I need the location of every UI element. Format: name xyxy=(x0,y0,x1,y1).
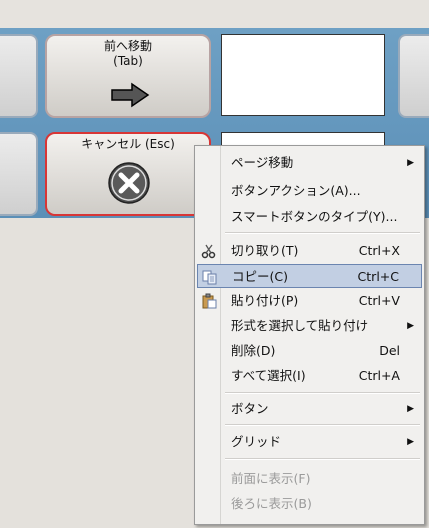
menu-separator xyxy=(225,392,420,394)
menu-item-label: 削除(D) xyxy=(231,343,276,358)
menu-separator xyxy=(225,232,420,234)
prev-button-label-line2: (Tab) xyxy=(113,54,143,68)
submenu-arrow-icon: ▶ xyxy=(407,404,414,414)
menu-item-shortcut: Ctrl+X xyxy=(358,243,400,258)
submenu-arrow-icon: ▶ xyxy=(407,158,414,168)
menu-item-shortcut: Ctrl+V xyxy=(358,293,400,308)
menu-item-label: スマートボタンのタイプ(Y)... xyxy=(231,209,398,224)
prev-tab-button[interactable]: 前へ移動 (Tab) xyxy=(45,34,211,118)
menu-item-label: 形式を選択して貼り付け xyxy=(231,318,369,333)
menu-item-label: 貼り付け(P) xyxy=(231,293,299,308)
grid-cell-left-top[interactable] xyxy=(0,34,38,118)
submenu-arrow-icon: ▶ xyxy=(407,321,414,331)
menu-item-label: すべて選択(I) xyxy=(231,368,306,383)
menu-item-grid[interactable]: グリッド ▶ xyxy=(197,430,422,454)
top-toolbar-strip xyxy=(0,0,429,29)
copy-icon xyxy=(202,270,217,285)
arrow-right-icon xyxy=(111,82,150,108)
grid-cell-right-top[interactable] xyxy=(398,34,429,118)
menu-item-bring-front[interactable]: 前面に表示(F) xyxy=(197,467,422,491)
menu-item-label: グリッド xyxy=(231,434,282,449)
menu-item-paste[interactable]: 貼り付け(P) Ctrl+V xyxy=(197,289,422,313)
menu-separator xyxy=(225,458,420,460)
menu-item-label: 切り取り(T) xyxy=(231,243,299,258)
menu-item-button-action[interactable]: ボタンアクション(A)... xyxy=(197,179,422,203)
menu-item-label: 前面に表示(F) xyxy=(231,471,311,486)
menu-item-copy[interactable]: コピー(C) Ctrl+C xyxy=(197,264,422,288)
menu-item-send-back[interactable]: 後ろに表示(B) xyxy=(197,492,422,516)
grid-cell-left-bottom[interactable] xyxy=(0,132,38,216)
context-menu: ページ移動 ▶ ボタンアクション(A)... スマートボタンのタイプ(Y)...… xyxy=(194,145,425,525)
submenu-arrow-icon: ▶ xyxy=(407,437,414,447)
menu-item-label: コピー(C) xyxy=(232,269,288,284)
menu-item-smart-button-type[interactable]: スマートボタンのタイプ(Y)... xyxy=(197,205,422,229)
menu-item-select-all[interactable]: すべて選択(I) Ctrl+A xyxy=(197,364,422,388)
cancel-esc-button[interactable]: キャンセル (Esc) xyxy=(45,132,211,216)
cancel-x-icon xyxy=(108,162,150,204)
menu-separator xyxy=(225,424,420,426)
menu-item-label: ページ移動 xyxy=(231,155,294,170)
cancel-button-label: キャンセル (Esc) xyxy=(81,137,175,151)
empty-grid-cell-top[interactable] xyxy=(221,34,385,116)
menu-item-shortcut: Ctrl+A xyxy=(358,368,400,383)
menu-item-cut[interactable]: 切り取り(T) Ctrl+X xyxy=(197,239,422,263)
menu-item-label: ボタンアクション(A)... xyxy=(231,183,361,198)
menu-item-label: 後ろに表示(B) xyxy=(231,496,312,511)
paste-icon xyxy=(202,293,217,309)
menu-item-shortcut: Del xyxy=(379,343,400,358)
prev-button-label-line1: 前へ移動 xyxy=(103,39,152,53)
menu-item-shortcut: Ctrl+C xyxy=(357,269,399,284)
scissors-icon xyxy=(201,244,216,259)
menu-item-delete[interactable]: 削除(D) Del xyxy=(197,339,422,363)
menu-item-button[interactable]: ボタン ▶ xyxy=(197,397,422,421)
menu-item-paste-special[interactable]: 形式を選択して貼り付け ▶ xyxy=(197,314,422,338)
menu-item-page-move[interactable]: ページ移動 ▶ xyxy=(197,151,422,175)
menu-item-label: ボタン xyxy=(231,401,269,416)
